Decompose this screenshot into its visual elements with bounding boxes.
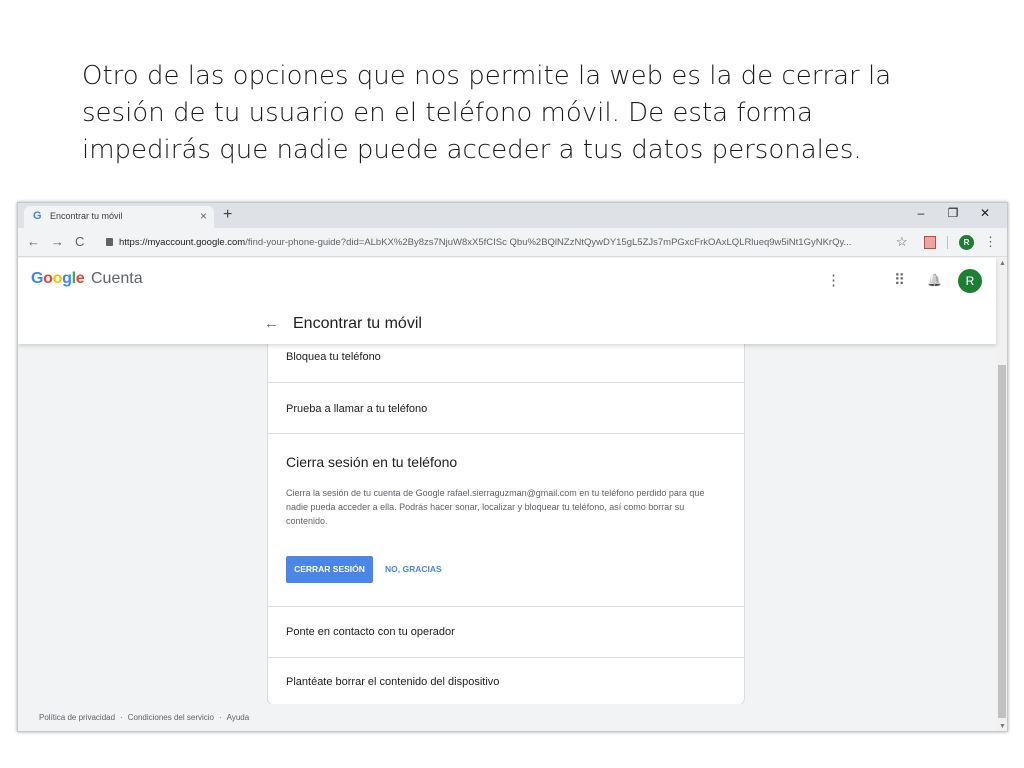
logo-suffix: Cuenta (91, 270, 143, 287)
browser-toolbar: ← → C https://myaccount.google.com/find-… (18, 228, 1007, 257)
option-row-operator[interactable]: Ponte en contacto con tu operador (268, 607, 744, 658)
decline-button[interactable]: NO, GRACIAS (385, 556, 442, 583)
page-scrollbar[interactable]: ▲ ▼ (996, 258, 1007, 731)
logo-letter: o (43, 270, 53, 287)
signout-button[interactable]: CERRAR SESIÓN (286, 556, 373, 583)
signout-title: Cierra sesión en tu teléfono (286, 454, 458, 470)
main-content: Bloquea tu teléfono Prueba a llamar a tu… (18, 338, 996, 706)
browser-menu-icon[interactable]: ⋮ (984, 234, 997, 250)
url-path: /find-your-phone-guide?did=ALbKX%2By8zs7… (245, 237, 852, 248)
google-favicon-icon: G (33, 210, 42, 222)
signout-description: Cierra la sesión de tu cuenta de Google … (286, 488, 705, 526)
restore-icon[interactable]: ❐ (937, 206, 969, 220)
window-controls: – ❐ ✕ (905, 206, 1001, 220)
scrollbar-thumb[interactable] (998, 365, 1006, 718)
reload-icon[interactable]: C (75, 234, 84, 249)
option-row-signout-expanded: Cierra sesión en tu teléfono Cierra la s… (268, 434, 744, 607)
account-header: Google Cuenta ⋮ ⠿ 🔔 R ← Encontrar tu móv… (18, 258, 996, 344)
option-row-erase[interactable]: Plantéate borrar el contenido del dispos… (268, 658, 744, 707)
tab-close-icon[interactable]: × (200, 209, 207, 223)
option-row-lock[interactable]: Bloquea tu teléfono (268, 339, 744, 383)
account-avatar[interactable]: R (958, 269, 982, 293)
option-label: Prueba a llamar a tu teléfono (286, 403, 428, 415)
notifications-bell-icon[interactable]: 🔔 (927, 273, 942, 287)
forward-icon[interactable]: → (51, 234, 64, 249)
browser-screenshot: G Encontrar tu móvil × + – ❐ ✕ ← → C htt… (17, 202, 1008, 732)
page-title: Encontrar tu móvil (293, 315, 422, 332)
logo-letter: e (75, 270, 85, 287)
new-tab-icon[interactable]: + (223, 206, 232, 224)
footer-links: Política de privacidad · Condiciones del s… (39, 713, 249, 722)
address-bar[interactable]: https://myaccount.google.com/find-your-p… (98, 232, 928, 253)
google-logo[interactable]: Google (31, 270, 85, 288)
tab-strip: G Encontrar tu móvil × + – ❐ ✕ (18, 203, 1007, 228)
scroll-up-icon[interactable]: ▲ (999, 260, 1006, 267)
option-row-call[interactable]: Prueba a llamar a tu teléfono (268, 383, 744, 434)
footer-separator: · (218, 713, 222, 722)
terms-link[interactable]: Condiciones del servicio (128, 713, 214, 722)
toolbar-divider (947, 236, 948, 249)
slide-caption: Otro de las opciones que nos permite la … (82, 61, 892, 165)
page-footer: Política de privacidad · Condiciones del s… (18, 704, 996, 731)
apps-grid-icon[interactable]: ⠿ (894, 271, 905, 289)
pdf-extension-icon[interactable] (924, 236, 936, 249)
close-window-icon[interactable]: ✕ (969, 206, 1001, 220)
more-options-icon[interactable]: ⋮ (826, 271, 841, 289)
option-label: Ponte en contacto con tu operador (286, 626, 455, 638)
browser-profile-avatar[interactable]: R (959, 235, 974, 250)
back-arrow-icon[interactable]: ← (264, 315, 279, 332)
logo-letter: G (31, 270, 44, 287)
logo-letter: g (62, 270, 72, 287)
logo-letter: o (52, 270, 63, 287)
bookmark-star-icon[interactable]: ☆ (896, 234, 908, 250)
lock-icon (106, 238, 113, 247)
back-icon[interactable]: ← (27, 234, 40, 249)
privacy-link[interactable]: Política de privacidad (39, 713, 115, 722)
footer-separator: · (120, 713, 123, 722)
minimize-icon[interactable]: – (905, 206, 937, 220)
url-host: https://myaccount.google.com (119, 237, 246, 248)
option-label: Bloquea tu teléfono (286, 351, 381, 363)
help-link[interactable]: Ayuda (227, 713, 250, 722)
option-label: Plantéate borrar el contenido del dispos… (286, 676, 500, 688)
tab-encontrar-movil[interactable]: G Encontrar tu móvil × (24, 206, 214, 228)
tab-title: Encontrar tu móvil (50, 211, 123, 221)
scroll-down-icon[interactable]: ▼ (999, 723, 1006, 730)
find-phone-card: Bloquea tu teléfono Prueba a llamar a tu… (267, 338, 745, 706)
